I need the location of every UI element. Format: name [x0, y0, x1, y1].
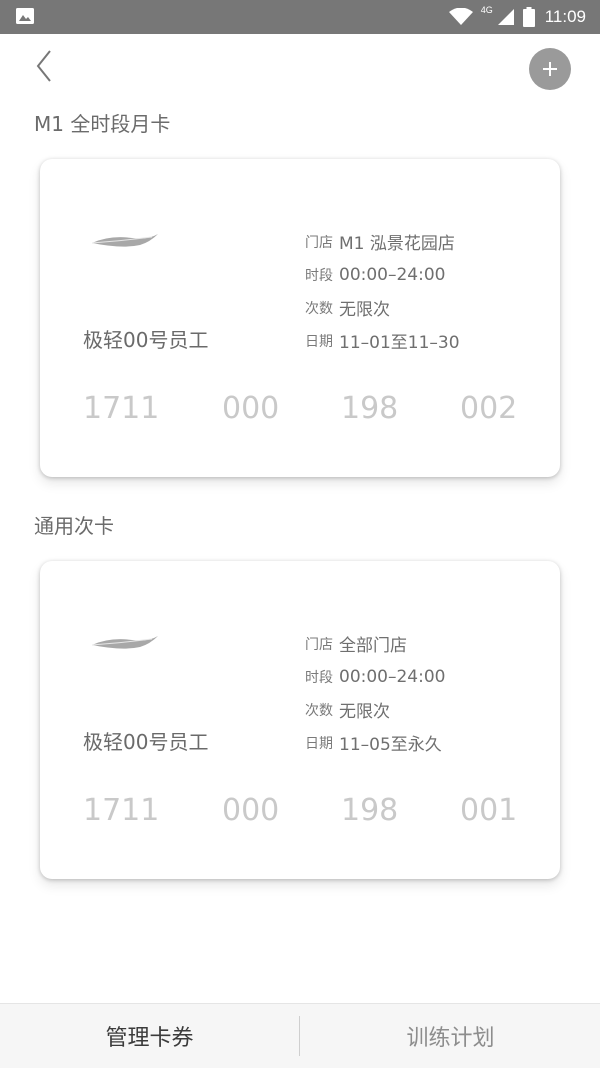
status-bar: 4G 11:09 — [0, 0, 600, 34]
count-row: 次数 无限次 — [305, 693, 445, 726]
section-title: 通用次卡 — [34, 514, 114, 538]
card-number-group: 1711 — [83, 391, 160, 426]
store-value: 全部门店 — [339, 636, 407, 656]
card-holder-name: 极轻00号员工 — [83, 730, 209, 754]
tab-divider — [299, 1016, 300, 1056]
card-number-group: 001 — [460, 793, 518, 828]
section-title: M1 全时段月卡 — [34, 112, 171, 136]
card-number-group: 000 — [222, 391, 280, 426]
tab-training-plan[interactable]: 训练计划 — [301, 1004, 600, 1068]
time-row: 时段 00:00–24:00 — [305, 258, 460, 291]
feather-logo-icon — [91, 636, 158, 649]
membership-card[interactable]: 极轻00号员工 门店 M1 泓景花园店 时段 00:00–24:00 次数 无限… — [40, 159, 560, 477]
date-value: 11–05至永久 — [339, 735, 442, 755]
store-row: 门店 全部门店 — [305, 627, 445, 660]
image-icon — [16, 8, 34, 24]
card-number-group: 198 — [341, 793, 399, 828]
card-holder-name: 极轻00号员工 — [83, 328, 209, 352]
back-button[interactable] — [32, 48, 58, 84]
card-number-group: 002 — [460, 391, 518, 426]
time-label: 时段 — [305, 669, 333, 686]
network-type: 4G — [480, 5, 493, 15]
status-time: 11:09 — [544, 7, 586, 26]
feather-logo-icon — [91, 234, 158, 247]
time-label: 时段 — [305, 267, 333, 284]
bottom-tab-bar: 管理卡券 训练计划 — [0, 1003, 600, 1068]
card-number-group: 000 — [222, 793, 280, 828]
date-row: 日期 11–05至永久 — [305, 726, 445, 759]
add-card-button[interactable] — [529, 48, 571, 90]
membership-card[interactable]: 极轻00号员工 门店 全部门店 时段 00:00–24:00 次数 无限次 日期… — [40, 561, 560, 879]
time-value: 00:00–24:00 — [339, 666, 446, 687]
count-value: 无限次 — [339, 300, 390, 320]
card-info: 门店 M1 泓景花园店 时段 00:00–24:00 次数 无限次 日期 11–… — [305, 225, 460, 357]
store-row: 门店 M1 泓景花园店 — [305, 225, 460, 258]
chevron-left-icon — [36, 50, 51, 82]
signal-icon — [497, 9, 514, 25]
count-row: 次数 无限次 — [305, 291, 460, 324]
date-value: 11–01至11–30 — [339, 333, 460, 353]
store-value: M1 泓景花园店 — [339, 234, 455, 254]
time-row: 时段 00:00–24:00 — [305, 660, 445, 693]
card-number: 1711 000 198 002 — [83, 391, 523, 431]
time-value: 00:00–24:00 — [339, 264, 446, 285]
card-number-group: 1711 — [83, 793, 160, 828]
date-label: 日期 — [305, 735, 333, 752]
count-label: 次数 — [305, 702, 333, 719]
date-row: 日期 11–01至11–30 — [305, 324, 460, 357]
card-number-group: 198 — [341, 391, 399, 426]
card-number: 1711 000 198 001 — [83, 793, 523, 833]
battery-icon — [522, 7, 535, 27]
wifi-icon — [448, 8, 473, 25]
store-label: 门店 — [305, 636, 333, 653]
count-label: 次数 — [305, 300, 333, 317]
card-info: 门店 全部门店 时段 00:00–24:00 次数 无限次 日期 11–05至永… — [305, 627, 445, 759]
plus-icon — [543, 62, 557, 76]
tab-manage-coupons[interactable]: 管理卡券 — [0, 1004, 299, 1068]
date-label: 日期 — [305, 333, 333, 350]
store-label: 门店 — [305, 234, 333, 251]
count-value: 无限次 — [339, 702, 390, 722]
